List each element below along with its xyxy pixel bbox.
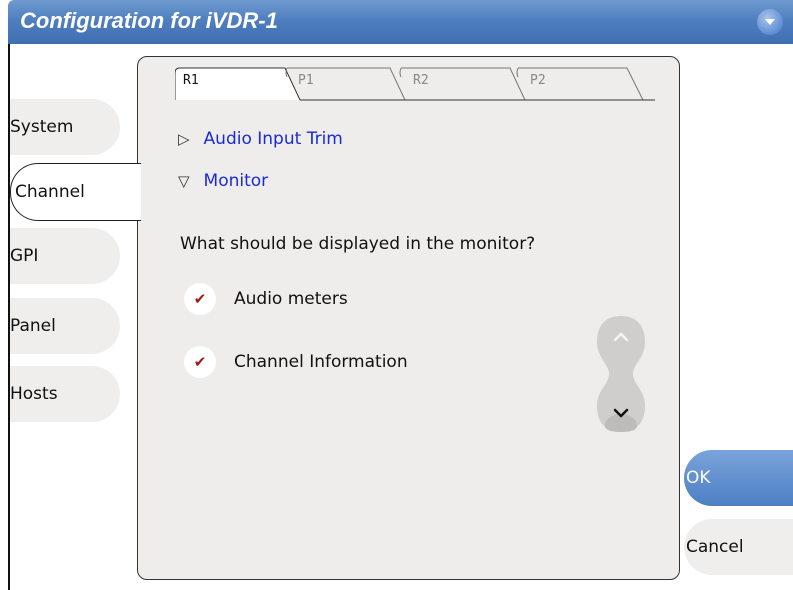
sidebar-item-label: Panel [10, 316, 56, 336]
option-label: Audio meters [234, 289, 348, 309]
sidebar-item-hosts[interactable]: Hosts [10, 366, 120, 422]
sidebar-item-label: System [10, 117, 74, 137]
section-label: Monitor [203, 171, 269, 191]
sidebar-item-label: Channel [15, 182, 85, 202]
tab-p2[interactable]: P2 [522, 67, 632, 97]
option-channel-information[interactable]: ✔ Channel Information [184, 346, 408, 378]
monitor-question: What should be displayed in the monitor? [180, 234, 536, 254]
checkbox-channel-information[interactable]: ✔ [184, 346, 216, 378]
checkmark-icon: ✔ [193, 353, 207, 371]
chevron-down-icon [765, 19, 775, 25]
section-audio-input-trim[interactable]: ▷ Audio Input Trim [178, 129, 343, 149]
tab-bar: R1 P1 R2 P2 [175, 67, 655, 101]
tab-r2[interactable]: R2 [405, 67, 515, 97]
sidebar-item-channel[interactable]: Channel [10, 163, 141, 221]
triangle-right-icon: ▷ [178, 130, 190, 148]
sidebar-item-panel[interactable]: Panel [10, 298, 120, 354]
tab-p1[interactable]: P1 [290, 67, 400, 97]
ok-button[interactable]: OK [684, 450, 793, 506]
title-bar: Configuration for iVDR-1 [8, 0, 793, 44]
tab-r1[interactable]: R1 [175, 67, 285, 97]
settings-panel: R1 P1 R2 P2 ▷ Audio Input Trim ▽ Monitor… [137, 56, 680, 580]
window-title: Configuration for iVDR-1 [20, 8, 278, 33]
triangle-down-icon: ▽ [178, 172, 190, 190]
option-audio-meters[interactable]: ✔ Audio meters [184, 283, 348, 315]
window-menu-button[interactable] [757, 9, 783, 35]
sidebar-item-gpi[interactable]: GPI [10, 228, 120, 284]
checkmark-icon: ✔ [193, 290, 207, 308]
sidebar-item-system[interactable]: System [10, 99, 120, 155]
cancel-button[interactable]: Cancel [684, 519, 793, 575]
checkbox-audio-meters[interactable]: ✔ [184, 283, 216, 315]
option-label: Channel Information [234, 352, 408, 372]
sidebar-item-label: GPI [10, 246, 39, 266]
sidebar-item-label: Hosts [10, 384, 58, 404]
section-label: Audio Input Trim [203, 129, 343, 149]
scroll-control[interactable] [593, 314, 649, 434]
section-monitor[interactable]: ▽ Monitor [178, 171, 268, 191]
